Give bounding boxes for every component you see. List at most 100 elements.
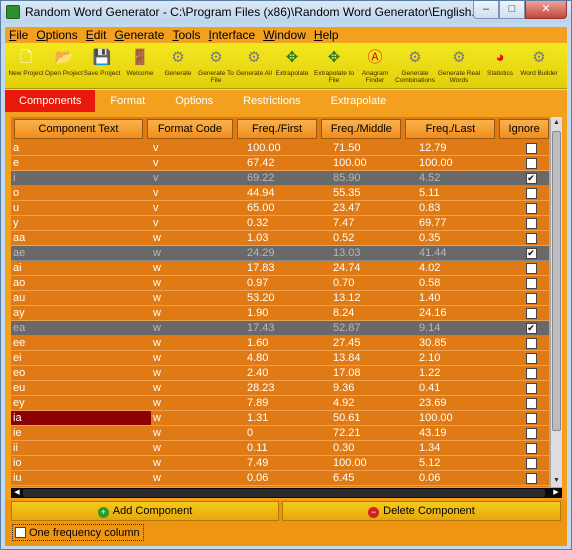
title-bar[interactable]: Random Word Generator - C:\Program Files… (1, 1, 571, 23)
cell-text[interactable]: ae (11, 246, 151, 260)
toolbar-anagram-finder-button[interactable]: Ⓐ Anagram Finder (357, 43, 393, 89)
cell-last[interactable]: 43.19 (417, 426, 513, 440)
table-row[interactable]: ie w 0 72.21 43.19 (11, 426, 549, 441)
scroll-up-icon[interactable]: ▲ (551, 117, 562, 129)
cell-first[interactable]: 0 (245, 426, 331, 440)
cell-text[interactable]: i (11, 171, 151, 185)
cell-code[interactable]: w (151, 246, 245, 260)
cell-text[interactable]: o (11, 186, 151, 200)
vertical-scrollbar[interactable]: ▲ ▼ (550, 117, 562, 487)
ignore-checkbox[interactable] (525, 352, 537, 364)
cell-middle[interactable]: 100.00 (331, 156, 417, 170)
tab-components[interactable]: Components (5, 90, 96, 112)
scroll-right-icon[interactable]: ▶ (550, 488, 562, 498)
cell-first[interactable]: 0.06 (245, 471, 331, 485)
column-header-freq-first[interactable]: Freq./First (236, 119, 318, 139)
toolbar-generate-real-words-button[interactable]: ⚙ Generate Real Words (437, 43, 481, 89)
cell-text[interactable]: ii (11, 441, 151, 455)
cell-middle[interactable]: 17.08 (331, 366, 417, 380)
table-row[interactable]: y v 0.32 7.47 69.77 (11, 216, 549, 231)
table-row[interactable]: u v 65.00 23.47 0.83 (11, 201, 549, 216)
cell-last[interactable]: 23.69 (417, 396, 513, 410)
cell-code[interactable]: w (151, 441, 245, 455)
cell-code[interactable]: w (151, 321, 245, 335)
cell-last[interactable]: 69.77 (417, 216, 513, 230)
cell-text[interactable]: y (11, 216, 151, 230)
cell-last[interactable]: 1.40 (417, 291, 513, 305)
ignore-checkbox[interactable] (525, 472, 537, 484)
cell-code[interactable]: w (151, 306, 245, 320)
table-row[interactable]: i v 69.22 85.90 4.52 ✔ (11, 171, 549, 186)
cell-first[interactable]: 17.83 (245, 261, 331, 275)
ignore-checkbox[interactable] (525, 232, 537, 244)
cell-code[interactable]: w (151, 276, 245, 290)
cell-code[interactable]: w (151, 426, 245, 440)
cell-code[interactable]: w (151, 396, 245, 410)
scroll-down-icon[interactable]: ▼ (551, 475, 562, 487)
table-row[interactable]: ii w 0.11 0.30 1.34 (11, 441, 549, 456)
cell-last[interactable]: 0.83 (417, 201, 513, 215)
cell-last[interactable]: 41.44 (417, 246, 513, 260)
add-component-button[interactable]: + Add Component (11, 501, 279, 521)
cell-first[interactable]: 0.97 (245, 276, 331, 290)
table-row[interactable]: e v 67.42 100.00 100.00 (11, 156, 549, 171)
cell-text[interactable]: io (11, 456, 151, 470)
cell-last[interactable]: 100.00 (417, 411, 513, 425)
column-header-ignore[interactable]: Ignore (499, 119, 549, 139)
table-row[interactable]: ey w 7.89 4.92 23.69 (11, 396, 549, 411)
cell-text[interactable]: ay (11, 306, 151, 320)
vertical-scroll-thumb[interactable] (552, 131, 561, 431)
cell-middle[interactable]: 9.36 (331, 381, 417, 395)
ignore-checkbox[interactable] (525, 397, 537, 409)
one-frequency-checkbox[interactable]: One frequency column (12, 524, 144, 541)
cell-code[interactable]: w (151, 351, 245, 365)
cell-middle[interactable]: 24.74 (331, 261, 417, 275)
table-row[interactable]: ay w 1.90 8.24 24.16 (11, 306, 549, 321)
tab-format[interactable]: Format (95, 90, 160, 112)
toolbar-welcome-button[interactable]: 🚪 Welcome (121, 43, 159, 89)
one-frequency-box[interactable] (15, 527, 26, 538)
cell-middle[interactable]: 8.24 (331, 306, 417, 320)
cell-middle[interactable]: 0.30 (331, 441, 417, 455)
cell-last[interactable]: 5.11 (417, 186, 513, 200)
cell-middle[interactable]: 13.84 (331, 351, 417, 365)
cell-text[interactable]: iu (11, 471, 151, 485)
cell-first[interactable]: 0.32 (245, 216, 331, 230)
cell-middle[interactable]: 55.35 (331, 186, 417, 200)
maximize-button[interactable]: □ (499, 1, 525, 19)
ignore-checkbox[interactable] (525, 292, 537, 304)
cell-middle[interactable]: 23.47 (331, 201, 417, 215)
ignore-checkbox[interactable] (525, 427, 537, 439)
toolbar-new-project-button[interactable]: 🗋 New Project (7, 43, 45, 89)
cell-code[interactable]: w (151, 456, 245, 470)
toolbar-generate-all-button[interactable]: ⚙ Generate All (235, 43, 273, 89)
close-button[interactable]: ✕ (525, 1, 567, 19)
cell-last[interactable]: 2.10 (417, 351, 513, 365)
cell-last[interactable]: 0.35 (417, 231, 513, 245)
tab-restrictions[interactable]: Restrictions (228, 90, 315, 112)
cell-last[interactable]: 0.41 (417, 381, 513, 395)
cell-first[interactable]: 53.20 (245, 291, 331, 305)
column-header-freq-last[interactable]: Freq./Last (405, 119, 496, 139)
cell-text[interactable]: aa (11, 231, 151, 245)
ignore-checkbox[interactable]: ✔ (525, 247, 537, 259)
horizontal-scrollbar[interactable]: ◀ ▶ (11, 488, 562, 498)
cell-middle[interactable]: 100.00 (331, 456, 417, 470)
toolbar-open-project-button[interactable]: 📂 Open Project (45, 43, 83, 89)
ignore-checkbox[interactable] (525, 202, 537, 214)
cell-last[interactable]: 100.00 (417, 156, 513, 170)
cell-code[interactable]: v (151, 201, 245, 215)
cell-last[interactable]: 5.12 (417, 456, 513, 470)
delete-component-button[interactable]: − Delete Component (282, 501, 561, 521)
menu-file[interactable]: File (5, 28, 32, 42)
toolbar-statistics-button[interactable]: ◕ Statistics (481, 43, 519, 89)
cell-text[interactable]: a (11, 141, 151, 155)
table-row[interactable]: ae w 24.29 13.03 41.44 ✔ (11, 246, 549, 261)
cell-first[interactable]: 24.29 (245, 246, 331, 260)
cell-middle[interactable]: 0.52 (331, 231, 417, 245)
cell-text[interactable]: au (11, 291, 151, 305)
cell-first[interactable]: 65.00 (245, 201, 331, 215)
cell-last[interactable]: 0.58 (417, 276, 513, 290)
cell-code[interactable]: v (151, 141, 245, 155)
table-row[interactable]: ee w 1.60 27.45 30.85 (11, 336, 549, 351)
